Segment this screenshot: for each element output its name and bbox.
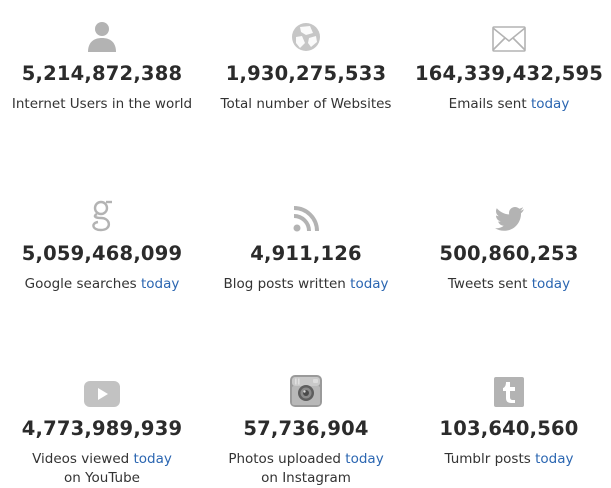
stat-value: 1,930,275,533 bbox=[225, 62, 387, 85]
today-link[interactable]: today bbox=[134, 451, 172, 467]
stat-tumblr-posts: 103,640,560 Tumblr posts today bbox=[407, 367, 611, 469]
stat-websites: 1,930,275,533 Total number of Websites bbox=[204, 12, 408, 114]
user-icon bbox=[88, 22, 116, 52]
stat-value: 164,339,432,595 bbox=[414, 62, 604, 85]
stat-value: 5,059,468,099 bbox=[21, 242, 183, 265]
stat-caption: Total number of Websites bbox=[220, 96, 392, 112]
today-link[interactable]: today bbox=[535, 451, 573, 467]
instagram-camera-icon bbox=[290, 375, 322, 407]
stats-grid: 5,214,872,388 Internet Users in the worl… bbox=[0, 0, 611, 486]
stat-value: 4,773,989,939 bbox=[21, 417, 183, 440]
stat-emails: 164,339,432,595 Emails sent today bbox=[407, 12, 611, 114]
today-link[interactable]: today bbox=[141, 276, 179, 292]
globe-icon bbox=[292, 23, 320, 51]
stat-value: 103,640,560 bbox=[439, 417, 579, 440]
rss-icon bbox=[293, 206, 319, 232]
stat-caption: Tweets sent today bbox=[447, 276, 571, 292]
stat-value: 57,736,904 bbox=[243, 417, 369, 440]
stat-value: 4,911,126 bbox=[250, 242, 362, 265]
stat-caption: Videos viewed today on YouTube bbox=[32, 451, 172, 486]
stat-caption: Blog posts written today bbox=[223, 276, 389, 292]
tumblr-icon bbox=[494, 377, 524, 407]
stat-caption: Photos uploaded today on Instagram bbox=[228, 451, 384, 486]
envelope-icon bbox=[492, 26, 526, 52]
stat-value: 5,214,872,388 bbox=[21, 62, 183, 85]
stat-caption: Tumblr posts today bbox=[444, 451, 574, 467]
stat-blog-posts: 4,911,126 Blog posts written today bbox=[204, 192, 408, 294]
twitter-bird-icon bbox=[494, 207, 524, 231]
today-link[interactable]: today bbox=[350, 276, 388, 292]
stat-google-searches: 5,059,468,099 Google searches today bbox=[0, 192, 204, 294]
today-link[interactable]: today bbox=[532, 276, 570, 292]
today-link[interactable]: today bbox=[345, 451, 383, 467]
stat-caption: Google searches today bbox=[24, 276, 180, 292]
stat-tweets: 500,860,253 Tweets sent today bbox=[407, 192, 611, 294]
stat-youtube-videos: 4,773,989,939 Videos viewed today on YouT… bbox=[0, 367, 204, 488]
stat-value: 500,860,253 bbox=[439, 242, 579, 265]
today-link[interactable]: today bbox=[531, 96, 569, 112]
youtube-play-icon bbox=[84, 381, 120, 407]
stat-instagram-photos: 57,736,904 Photos uploaded today on Insta… bbox=[204, 367, 408, 488]
stat-caption: Emails sent today bbox=[448, 96, 570, 112]
google-icon bbox=[92, 200, 112, 232]
stat-internet-users: 5,214,872,388 Internet Users in the worl… bbox=[0, 12, 204, 114]
stat-caption: Internet Users in the world bbox=[11, 96, 193, 112]
